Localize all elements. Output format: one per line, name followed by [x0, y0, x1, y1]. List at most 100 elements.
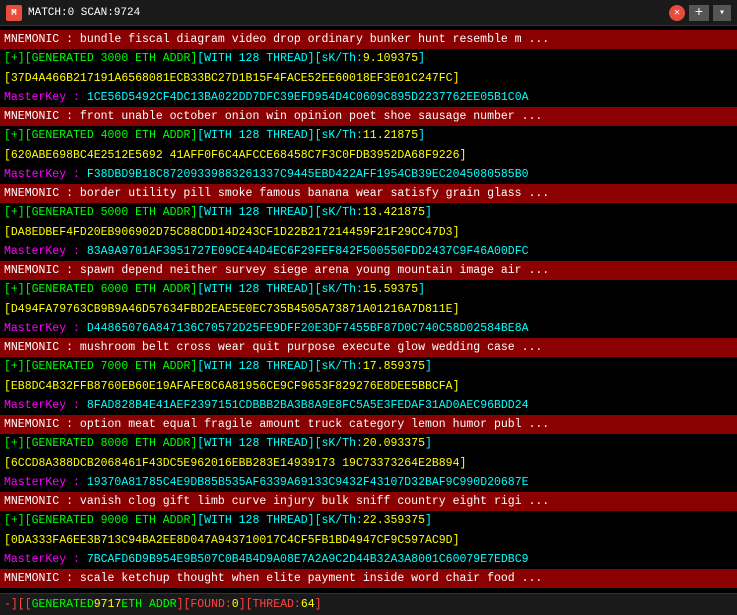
hex-line: [D494FA79763CB9B9A46D57634FBD2EAE5E0EC73…: [0, 300, 737, 319]
generated-bracket: [GENERATED 9000 ETH ADDR]: [25, 514, 198, 527]
masterkey-line: MasterKey : 83A9A9701AF3951727E09CE44D4E…: [0, 242, 737, 261]
status-close-bracket: ]: [315, 598, 322, 611]
mnemonic-line: MNEMONIC : option meat equal fragile amo…: [0, 415, 737, 434]
masterkey-value: 19370A81785C4E9DB85B535AF6339A69133C9432…: [87, 476, 529, 489]
hex-line: [37D4A466B217191A6568081ECB33BC27D1B15F4…: [0, 69, 737, 88]
status-found-bracket: ][FOUND:: [177, 598, 232, 611]
masterkey-value: 1CE56D5492CF4DC13BA022DD7DFC39EFD954D4C0…: [87, 91, 529, 104]
status-generated-label: [: [25, 598, 32, 611]
sk-close-bracket: ]: [418, 129, 425, 142]
sk-value: 9.109375: [363, 52, 418, 65]
plus-bracket: [+]: [4, 437, 25, 450]
masterkey-label: MasterKey :: [4, 91, 87, 104]
sk-close-bracket: ]: [425, 514, 432, 527]
status-eth-label: ETH ADDR: [121, 598, 176, 611]
sk-close-bracket: ]: [425, 206, 432, 219]
main-content: MNEMONIC : bundle fiscal diagram video d…: [0, 26, 737, 593]
masterkey-value: F38DBD9B18C87209339883261337C9445EBD422A…: [87, 168, 529, 181]
masterkey-label: MasterKey :: [4, 245, 87, 258]
masterkey-label: MasterKey :: [4, 553, 87, 566]
thread-bracket: [WITH 128 THREAD]: [197, 360, 314, 373]
sk-bracket: [sK/Th:: [315, 52, 363, 65]
sk-bracket: [sK/Th:: [315, 283, 363, 296]
generated-bracket: [GENERATED 7000 ETH ADDR]: [25, 360, 198, 373]
status-generated-word: GENERATED: [32, 598, 94, 611]
sk-close-bracket: ]: [425, 437, 432, 450]
plus-bracket: [+]: [4, 52, 25, 65]
status-prefix: -][: [4, 598, 25, 611]
generated-line: [+][GENERATED 3000 ETH ADDR][WITH 128 TH…: [0, 49, 737, 68]
close-button[interactable]: ✕: [669, 5, 685, 21]
mnemonic-line: MNEMONIC : front unable october onion wi…: [0, 107, 737, 126]
plus-bracket: [+]: [4, 514, 25, 527]
generated-line: [+][GENERATED 9000 ETH ADDR][WITH 128 TH…: [0, 511, 737, 530]
thread-bracket: [WITH 128 THREAD]: [197, 206, 314, 219]
masterkey-value: 83A9A9701AF3951727E09CE44D4EC6F29FEF842F…: [87, 245, 529, 258]
generated-line: [+][GENERATED 8000 ETH ADDR][WITH 128 TH…: [0, 434, 737, 453]
generated-line: [+][GENERATED 6000 ETH ADDR][WITH 128 TH…: [0, 280, 737, 299]
mnemonic-line: MNEMONIC : mushroom belt cross wear quit…: [0, 338, 737, 357]
status-found-value: 0: [232, 598, 239, 611]
masterkey-line: MasterKey : 8FAD828B4E41AEF2397151CDBBB2…: [0, 396, 737, 415]
masterkey-value: 8FAD828B4E41AEF2397151CDBBB2BA3B8A9E8FC5…: [87, 399, 529, 412]
generated-bracket: [GENERATED 3000 ETH ADDR]: [25, 52, 198, 65]
generated-bracket: [GENERATED 5000 ETH ADDR]: [25, 206, 198, 219]
thread-bracket: [WITH 128 THREAD]: [197, 52, 314, 65]
hex-line: [EB8DC4B32FFB8760EB60E19AFAFE8C6A81956CE…: [0, 377, 737, 396]
status-thread-bracket: ][THREAD:: [239, 598, 301, 611]
masterkey-value: D44865076A847136C70572D25FE9DFF20E3DF745…: [87, 322, 529, 335]
masterkey-line: MasterKey : F38DBD9B18C87209339883261337…: [0, 165, 737, 184]
sk-bracket: [sK/Th:: [315, 206, 363, 219]
sk-bracket: [sK/Th:: [315, 514, 363, 527]
sk-value: 20.093375: [363, 437, 425, 450]
thread-bracket: [WITH 128 THREAD]: [197, 514, 314, 527]
thread-bracket: [WITH 128 THREAD]: [197, 437, 314, 450]
masterkey-label: MasterKey :: [4, 168, 87, 181]
sk-bracket: [sK/Th:: [315, 129, 363, 142]
generated-line: [+][GENERATED 7000 ETH ADDR][WITH 128 TH…: [0, 357, 737, 376]
masterkey-line: MasterKey : 1CE56D5492CF4DC13BA022DD7DFC…: [0, 88, 737, 107]
hex-line: [6CCD8A388DCB2068461F43DC5E962016EBB283E…: [0, 454, 737, 473]
sk-bracket: [sK/Th:: [315, 437, 363, 450]
mnemonic-line: MNEMONIC : bundle fiscal diagram video d…: [0, 30, 737, 49]
app-icon: M: [6, 5, 22, 21]
sk-value: 11.21875: [363, 129, 418, 142]
generated-bracket: [GENERATED 6000 ETH ADDR]: [25, 283, 198, 296]
hex-line: [0DA333FA6EE3B713C94BA2EE8D047A943710017…: [0, 531, 737, 550]
mnemonic-line: MNEMONIC : scale ketchup thought when el…: [0, 569, 737, 588]
generated-line: [+][GENERATED 5000 ETH ADDR][WITH 128 TH…: [0, 203, 737, 222]
masterkey-label: MasterKey :: [4, 322, 87, 335]
masterkey-line: MasterKey : D44865076A847136C70572D25FE9…: [0, 319, 737, 338]
sk-bracket: [sK/Th:: [315, 360, 363, 373]
plus-bracket: [+]: [4, 283, 25, 296]
masterkey-line: MasterKey : 7BCAFD6D9B954E9B507C0B4B4D9A…: [0, 550, 737, 569]
thread-bracket: [WITH 128 THREAD]: [197, 129, 314, 142]
masterkey-label: MasterKey :: [4, 476, 87, 489]
generated-bracket: [GENERATED 4000 ETH ADDR]: [25, 129, 198, 142]
sk-close-bracket: ]: [418, 283, 425, 296]
masterkey-value: 7BCAFD6D9B954E9B507C0B4B4D9A08E7A2A9C2D4…: [87, 553, 529, 566]
plus-bracket: [+]: [4, 129, 25, 142]
sk-value: 22.359375: [363, 514, 425, 527]
sk-close-bracket: ]: [425, 360, 432, 373]
sk-value: 15.59375: [363, 283, 418, 296]
plus-bracket: [+]: [4, 206, 25, 219]
mnemonic-line: MNEMONIC : vanish clog gift limb curve i…: [0, 492, 737, 511]
sk-value: 13.421875: [363, 206, 425, 219]
dropdown-button[interactable]: ▾: [713, 5, 731, 21]
new-tab-button[interactable]: +: [689, 5, 709, 21]
mnemonic-line: MNEMONIC : border utility pill smoke fam…: [0, 184, 737, 203]
mnemonic-line: MNEMONIC : spawn depend neither survey s…: [0, 261, 737, 280]
hex-line: [DA8EDBEF4FD20EB906902D75C88CDD14D243CF1…: [0, 223, 737, 242]
plus-bracket: [+]: [4, 360, 25, 373]
masterkey-label: MasterKey :: [4, 399, 87, 412]
generated-bracket: [GENERATED 8000 ETH ADDR]: [25, 437, 198, 450]
masterkey-line: MasterKey : 19370A81785C4E9DB85B535AF633…: [0, 473, 737, 492]
hex-line: [620ABE698BC4E2512E5692 41AFF0F6C4AFCCE6…: [0, 146, 737, 165]
generated-line: [+][GENERATED 4000 ETH ADDR][WITH 128 TH…: [0, 126, 737, 145]
sk-value: 17.859375: [363, 360, 425, 373]
titlebar: M MATCH:0 SCAN:9724 ✕ + ▾: [0, 0, 737, 26]
status-thread-value: 64: [301, 598, 315, 611]
sk-close-bracket: ]: [418, 52, 425, 65]
status-scan-number: 9717: [94, 598, 122, 611]
